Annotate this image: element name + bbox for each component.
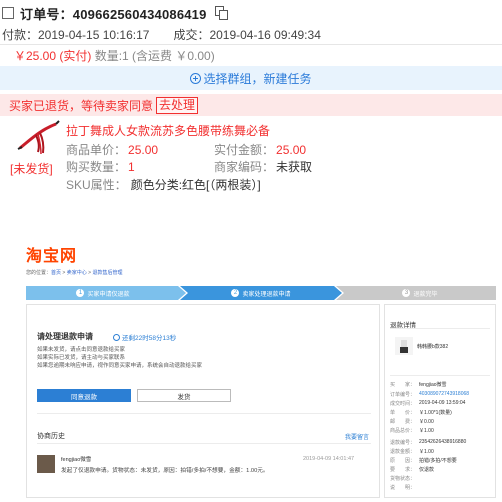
refund-status-bar: 买家已退货，等待卖家同意 去处理 <box>0 94 502 116</box>
deal-time: 成交：2019-04-16 09:49:34 <box>173 28 321 42</box>
note-2: 如果实际已发货，请主动与买家联系 <box>37 355 126 361</box>
divider <box>390 328 490 329</box>
detail-label: 退款金额： <box>390 449 416 455</box>
divider <box>37 443 371 444</box>
detail-value: 23542626438916880 <box>419 439 467 445</box>
detail-value: fengjiao微雪 <box>419 382 447 388</box>
buy-qty-value: 1 <box>128 160 135 174</box>
detail-value: ￥1.00 <box>419 449 434 455</box>
countdown: 还剩22时58分13秒 <box>113 332 176 342</box>
divider <box>390 375 490 376</box>
divider <box>37 413 371 414</box>
detail-label: 退款编号： <box>390 440 416 446</box>
step-3-label: 退款完毕 <box>413 291 438 298</box>
history-user[interactable]: fengjiao微雪 <box>61 455 91 463</box>
breadcrumb-seller-center[interactable]: 卖家中心 <box>67 270 87 276</box>
detail-label: 订单编号： <box>390 392 416 398</box>
breadcrumb-home[interactable]: 首页 <box>51 270 61 276</box>
breadcrumb: 您的位置：首页 > 卖家中心 > 退款售后管理 <box>26 270 123 276</box>
product-thumbnail[interactable] <box>16 118 60 156</box>
agree-refund-button[interactable]: 同意退款 <box>37 389 131 402</box>
step-2: 2 卖家处理退款申请 <box>186 286 336 300</box>
order-header: 订单号：409662560434086419 <box>2 4 229 22</box>
merchant-code-row: 商家编码： 未获取 <box>214 158 312 175</box>
handle-refund-button[interactable]: 去处理 <box>156 96 199 114</box>
countdown-text: 还剩22时58分13秒 <box>122 335 177 342</box>
detail-label: 买 家： <box>390 382 416 388</box>
order-quantity: 数量:1 (含运费 ￥0.00) <box>94 49 215 63</box>
detail-value: ￥1.00*1(数量) <box>419 410 452 416</box>
order-card: 订单号：409662560434086419 付款：2019-04-15 10:… <box>0 0 502 196</box>
pay-time: 付款：2019-04-15 10:16:17 <box>2 28 150 42</box>
history-message: 发起了仅退款申请。货物状态：未发货，原因：拍错/多拍/不想要，金额：1.00元。 <box>61 468 269 474</box>
step-2-number: 2 <box>231 289 240 297</box>
progress-steps: 1 买家申请仅退款 2 卖家处理退款申请 3 退款完毕 <box>26 286 496 300</box>
add-circle-icon <box>190 72 202 84</box>
note-1: 如果未发货，请点击同意退款给买家 <box>37 347 126 353</box>
detail-label: 商品总价： <box>390 428 416 434</box>
step-1: 1 买家申请仅退款 <box>26 286 180 300</box>
shipping-status: [未发货] <box>10 162 53 176</box>
order-amount-row: ￥25.00 (实付) 数量:1 (含运费 ￥0.00) <box>14 47 215 64</box>
detail-label: 成交时间： <box>390 401 416 407</box>
refund-request-panel: 请处理退款申请 还剩22时58分13秒 如果未发货，请点击同意退款给买家 如果实… <box>26 304 380 498</box>
step-2-label: 卖家处理退款申请 <box>242 291 291 298</box>
ship-button[interactable]: 发货 <box>137 389 231 402</box>
new-task-label: 选择群组，新建任务 <box>203 71 312 86</box>
refund-status-text: 买家已退货，等待卖家同意 <box>9 98 154 113</box>
sku-value: 颜色分类:红色[（两根装）] <box>130 178 261 192</box>
detail-product-name[interactable]: 韩韩腰b款382 <box>417 343 448 350</box>
taobao-refund-screenshot: 淘宝网 您的位置：首页 > 卖家中心 > 退款售后管理 1 买家申请仅退款 2 卖家… <box>26 238 496 498</box>
step-1-number: 1 <box>76 289 85 297</box>
detail-value: 仅退款 <box>419 467 435 473</box>
step-3: 3 退款完毕 <box>344 286 496 300</box>
note-3: 如果您逾期未响应申请，视作同意买家申请，系统会自动退款给买家 <box>37 363 203 369</box>
merchant-code-value: 未获取 <box>276 160 313 174</box>
paid-value: 25.00 <box>276 143 307 157</box>
step-1-label: 买家申请仅退款 <box>87 291 130 298</box>
unit-price-label: 商品单价： <box>66 143 127 157</box>
product-title[interactable]: 拉丁舞成人女款流苏多色腰带练舞必备 <box>66 122 270 139</box>
detail-label: 原 因： <box>390 458 416 464</box>
detail-label: 邮 费： <box>390 419 416 425</box>
product-image <box>395 337 413 355</box>
refund-detail-panel: 退款详情 韩韩腰b款382 买 家： fengjiao微雪 订单编号： 4030890… <box>384 304 496 498</box>
taobao-logo: 淘宝网 <box>26 246 78 265</box>
history-time: 2019-04-09 14:01:47 <box>303 456 355 462</box>
detail-label: 说 明： <box>390 485 416 491</box>
buy-qty-label: 购买数量： <box>66 160 127 174</box>
breadcrumb-prefix: 您的位置： <box>26 270 52 276</box>
order-times: 付款：2019-04-15 10:16:17 成交：2019-04-16 09:4… <box>2 26 321 43</box>
breadcrumb-refund[interactable]: 退款售后管理 <box>92 270 122 276</box>
order-number: 订单号：409662560434086419 <box>20 6 207 22</box>
detail-value[interactable]: 403089072743918068 <box>419 391 469 397</box>
leave-message-link[interactable]: 我要留言 <box>345 432 369 441</box>
sku-row: SKU属性： 颜色分类:红色[（两根装）] <box>66 176 261 193</box>
user-avatar <box>37 455 55 473</box>
paid-row: 实付金额： 25.00 <box>214 141 306 158</box>
merchant-code-label: 商家编码： <box>214 160 275 174</box>
unit-price-value: 25.00 <box>128 143 159 157</box>
detail-label: 要 求： <box>390 467 416 473</box>
clock-icon <box>113 333 120 341</box>
divider <box>0 44 502 45</box>
buy-qty-row: 购买数量： 1 <box>66 158 135 175</box>
paid-amount: ￥25.00 (实付) <box>14 49 92 63</box>
new-task-bar[interactable]: 选择群组，新建任务 <box>0 66 502 90</box>
paid-label: 实付金额： <box>214 143 275 157</box>
sku-label: SKU属性： <box>66 178 127 192</box>
detail-value: ￥0.00 <box>419 419 434 425</box>
history-title: 协商历史 <box>37 433 65 440</box>
detail-value: 2019-04-09 13:59:04 <box>419 400 466 406</box>
copy-icon[interactable] <box>214 6 229 20</box>
detail-value: ￥1.00 <box>419 428 434 434</box>
unit-price-row: 商品单价： 25.00 <box>66 141 158 158</box>
step-3-number: 3 <box>402 289 411 297</box>
order-checkbox[interactable] <box>2 7 14 19</box>
request-title: 请处理退款申请 <box>37 332 93 341</box>
detail-label: 货物状态： <box>390 476 416 482</box>
detail-value: 拍错/多拍/不想要 <box>419 458 457 464</box>
detail-label: 单 价： <box>390 410 416 416</box>
